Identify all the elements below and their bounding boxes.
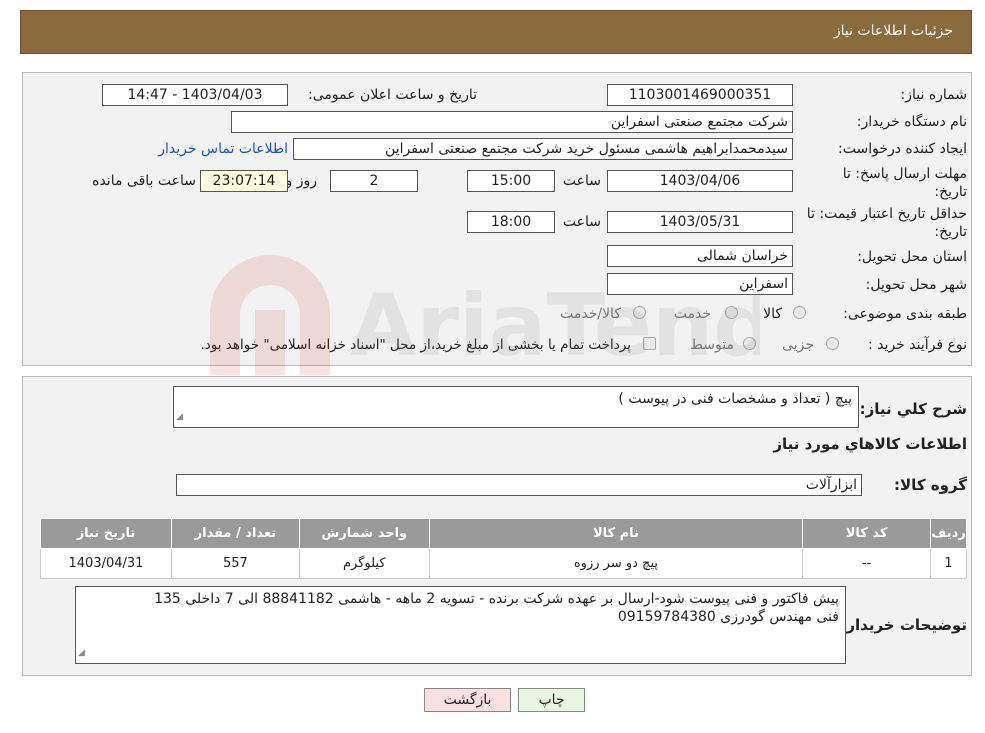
process-note: پرداخت تمام یا بخشی از مبلغ خرید،از محل … [200, 337, 631, 353]
price-validity-label-2: تاریخ: [934, 224, 967, 240]
announce-label: تاریخ و ساعت اعلان عمومی: [308, 87, 477, 103]
cell-code: -- [802, 548, 932, 579]
process-label: نوع فرآیند خرید : [868, 337, 967, 353]
items-table: ردیف کد کالا نام کالا واحد شمارش تعداد /… [40, 518, 967, 579]
buyer-notes-line-2: فنی مهندس گودرزی 09159784380 [617, 609, 839, 625]
remaining-time-field: 23:07:14 [200, 170, 288, 192]
category-option-goods-service: کالا/خدمت [560, 306, 621, 322]
summary-text: پیچ ( تعداد و مشخصات فنی در پیوست ) [618, 391, 852, 407]
reply-deadline-label-2: تاریخ: [934, 184, 967, 200]
summary-field: پیچ ( تعداد و مشخصات فنی در پیوست ) ◢ [173, 386, 859, 428]
col-header-unit: واحد شمارش [298, 518, 430, 549]
buyer-contact-link[interactable]: اطلاعات تماس خریدار [158, 141, 288, 157]
buyer-org-field: شرکت مجتمع صنعتی اسفراین [231, 111, 793, 133]
process-option-minor: جزیی [782, 337, 814, 353]
process-radio-minor[interactable] [826, 337, 839, 350]
group-field: ابزارآلات [176, 474, 862, 496]
remaining-time-label: ساعت باقی مانده [92, 173, 196, 189]
buyer-notes-label: توضیحات خریدار: [840, 616, 967, 634]
buyer-notes-field: پیش فاکتور و فنی پیوست شود-ارسال بر عهده… [75, 586, 846, 664]
category-option-goods: کالا [763, 306, 782, 322]
table-row: 1 -- پیچ دو سر رزوه کیلوگرم 557 1403/04/… [40, 548, 967, 579]
buyer-notes-line-1: پیش فاکتور و فنی پیوست شود-ارسال بر عهده… [154, 591, 839, 607]
col-header-quantity: تعداد / مقدار [170, 518, 300, 549]
creator-label: ایجاد کننده درخواست: [838, 141, 967, 157]
category-label: طبقه بندی موضوعی: [843, 306, 967, 322]
price-validity-time-label: ساعت [562, 214, 601, 230]
reply-time-label: ساعت [562, 173, 601, 189]
province-field: خراسان شمالی [607, 245, 793, 267]
reply-date-field: 1403/04/06 [607, 170, 793, 192]
resize-handle-icon[interactable]: ◢ [176, 408, 183, 426]
reply-deadline-label: مهلت ارسال پاسخ: تا [842, 166, 967, 182]
cell-unit: کیلوگرم [298, 548, 430, 579]
col-header-date: تاریخ نیاز [40, 518, 172, 549]
cell-date: 1403/04/31 [40, 548, 172, 579]
items-section-title: اطلاعات کالاهاي مورد نياز [773, 435, 967, 453]
need-number-field: 1103001469000351 [607, 84, 793, 106]
col-header-row: ردیف [930, 518, 967, 549]
summary-label: شرح کلي نياز: [859, 400, 967, 418]
items-table-header: ردیف کد کالا نام کالا واحد شمارش تعداد /… [40, 518, 967, 549]
cell-name: پیچ دو سر رزوه [428, 548, 804, 579]
days-label: روز و [285, 173, 318, 189]
treasury-checkbox[interactable] [643, 337, 656, 350]
category-radio-service[interactable] [725, 306, 738, 319]
creator-field: سیدمحمدابراهیم هاشمی مسئول خرید شرکت مجت… [293, 138, 793, 160]
need-number-label: شماره نیاز: [900, 87, 968, 103]
province-label: استان محل تحویل: [857, 249, 967, 265]
col-header-code: کد کالا [802, 518, 932, 549]
category-option-service: خدمت [673, 306, 711, 322]
category-radio-goods[interactable] [793, 306, 806, 319]
group-label: گروه کالا: [894, 476, 967, 494]
price-validity-time-field: 18:00 [467, 211, 555, 233]
city-field: اسفراین [607, 273, 793, 295]
price-validity-label: حداقل تاریخ اعتبار قیمت: تا [806, 206, 967, 222]
city-label: شهر محل تحویل: [865, 277, 967, 293]
print-button[interactable]: چاپ [518, 688, 585, 712]
category-radio-goods-service[interactable] [633, 306, 646, 319]
resize-handle-icon[interactable]: ◢ [78, 644, 85, 662]
cell-row-number: 1 [930, 548, 967, 579]
price-validity-date-field: 1403/05/31 [607, 211, 793, 233]
days-remaining-field: 2 [330, 170, 418, 192]
page-header: جزئیات اطلاعات نیاز [20, 10, 972, 54]
page-title: جزئیات اطلاعات نیاز [833, 23, 953, 39]
process-option-medium: متوسط [690, 337, 734, 353]
buyer-org-label: نام دستگاه خریدار: [856, 114, 967, 130]
announce-field: 1403/04/03 - 14:47 [102, 84, 288, 106]
reply-time-field: 15:00 [467, 170, 555, 192]
cell-quantity: 557 [170, 548, 300, 579]
process-radio-medium[interactable] [743, 337, 756, 350]
back-button[interactable]: بازگشت [424, 688, 511, 712]
col-header-name: نام کالا [428, 518, 804, 549]
